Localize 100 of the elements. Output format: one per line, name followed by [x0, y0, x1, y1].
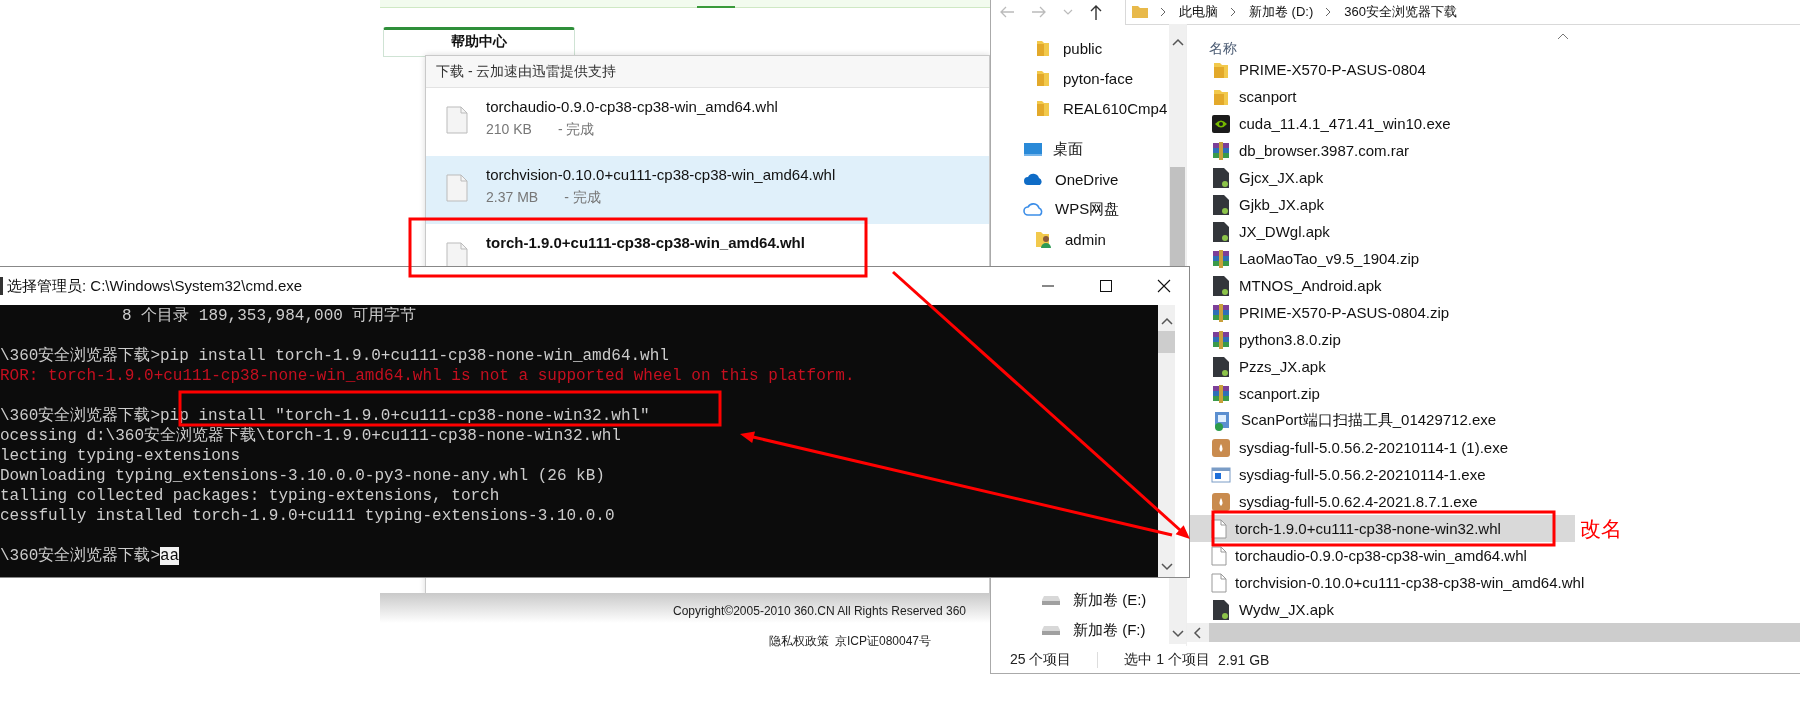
nav-item[interactable]: 桌面: [991, 134, 1169, 164]
archive-icon: [1211, 302, 1231, 323]
nav-item[interactable]: admin: [991, 224, 1169, 254]
scrollbar[interactable]: [1158, 305, 1175, 577]
download-status: - 完成: [564, 189, 601, 207]
file-icon: [1211, 545, 1227, 566]
scrollbar[interactable]: [1169, 578, 1186, 644]
scroll-up-icon[interactable]: [1160, 317, 1173, 325]
file-row[interactable]: Gjcx_JX.apk: [1187, 164, 1575, 191]
nav-item[interactable]: OneDrive: [991, 164, 1169, 194]
drive-icon: [1041, 624, 1061, 636]
footer-link[interactable]: 隐私权政策: [769, 633, 829, 650]
download-item[interactable]: torchvision-0.10.0+cu111-cp38-cp38-win_amd64.whl 2.37 MB - 完成: [426, 156, 989, 224]
file-row[interactable]: torchvision-0.10.0+cu111-cp38-cp38-win_amd64.whl: [1187, 569, 1585, 596]
android-package-icon: [1211, 355, 1231, 378]
nav-item[interactable]: 新加卷 (F:): [991, 615, 1169, 645]
selection-count: 选中 1 个项目: [1124, 650, 1211, 669]
scroll-up-icon[interactable]: [1171, 38, 1184, 46]
scroll-thumb[interactable]: [1158, 331, 1175, 353]
chevron-icon: [1230, 6, 1237, 17]
console-line: \360安全浏览器下载>pip install torch-1.9.0+cu111-cp38-none-win_amd64.whl: [0, 346, 669, 366]
console-line: cessfully installed torch-1.9.0+cu111 typing-extensions-3.10.0.0: [0, 506, 615, 526]
file-row[interactable]: scanport.zip: [1187, 380, 1575, 407]
file-size: 2.37 MB: [486, 189, 539, 207]
console-line: lecting typing-extensions: [0, 446, 241, 466]
nav-item[interactable]: public: [991, 33, 1169, 63]
caret-icon[interactable]: [1063, 8, 1073, 16]
nav-item[interactable]: pyton-face: [991, 63, 1169, 93]
panel-title: 下载 - 云加速由迅雷提供支持: [426, 56, 989, 88]
selection-size: 2.91 GB: [1218, 651, 1270, 668]
download-item[interactable]: torchaudio-0.9.0-cp38-cp38-win_amd64.whl 210 KB - 完成: [426, 88, 989, 156]
eye-logo-icon: [1211, 113, 1231, 134]
file-row[interactable]: ScanPort端口扫描工具_01429712.exe: [1187, 407, 1575, 434]
download-item[interactable]: torch-1.9.0+cu111-cp38-cp38-win_amd64.whl: [426, 224, 989, 266]
file-row[interactable]: sysdiag-full-5.0.62.4-2021.8.7.1.exe: [1187, 488, 1575, 515]
console-line: Downloading typing_extensions-3.10.0.0-py3-none-any.whl (26 kB): [0, 466, 605, 486]
file-row[interactable]: sysdiag-full-5.0.56.2-20210114-1 (1).exe: [1187, 434, 1575, 461]
file-row[interactable]: db_browser.3987.com.rar: [1187, 137, 1575, 164]
cloud-icon: [1023, 201, 1045, 217]
nav-item[interactable]: 新加卷 (E:): [991, 585, 1169, 615]
file-name: torch-1.9.0+cu111-cp38-cp38-win_amd64.whl: [486, 234, 805, 251]
file-row[interactable]: JX_DWgl.apk: [1187, 218, 1575, 245]
file-row[interactable]: LaoMaoTao_v9.5_1904.zip: [1187, 245, 1575, 272]
box-icon: [1211, 490, 1231, 513]
folder-icon: [1211, 87, 1231, 106]
cloud-icon: [1023, 172, 1045, 186]
folder-icon: [1035, 38, 1051, 58]
archive-icon: [1211, 329, 1231, 350]
back-icon[interactable]: [999, 5, 1015, 19]
folder-icon: [1035, 98, 1051, 118]
chevron-icon: [1325, 6, 1333, 17]
column-header[interactable]: 名称: [1209, 40, 1237, 58]
console-line: 8 个目录 189,353,984,000 可用字节: [121, 306, 417, 326]
file-row[interactable]: cuda_11.4.1_471.41_win10.exe: [1187, 110, 1575, 137]
file-row[interactable]: sysdiag-full-5.0.56.2-20210114-1.exe: [1187, 461, 1575, 488]
folder-icon: [1211, 60, 1231, 79]
archive-icon: [1211, 140, 1231, 161]
download-status: - 完成: [557, 121, 595, 139]
nav-item[interactable]: REAL610Cmp4: [991, 93, 1169, 123]
archive-icon: [1211, 248, 1231, 269]
user-folder-icon: [1035, 229, 1053, 249]
android-package-icon: [1211, 193, 1231, 216]
folder-icon: [1035, 68, 1051, 88]
scrollbar[interactable]: [1169, 24, 1186, 266]
box-icon: [1211, 436, 1231, 459]
breadcrumb-item[interactable]: 此电脑: [1179, 2, 1218, 21]
scroll-down-icon[interactable]: [1160, 563, 1173, 571]
window-title: 选择管理员: C:\Windows\System32\cmd.exe: [7, 276, 303, 296]
sort-caret-icon: [1557, 33, 1569, 40]
chevron-icon: [1160, 6, 1167, 17]
scroll-thumb[interactable]: [1170, 167, 1185, 266]
android-package-icon: [1211, 166, 1231, 189]
file-row[interactable]: torch-1.9.0+cu111-cp38-none-win32.whl: [1187, 515, 1575, 542]
breadcrumb-item[interactable]: 360安全浏览器下载: [1344, 2, 1457, 21]
file-row[interactable]: PRIME-X570-P-ASUS-0804: [1187, 56, 1575, 83]
android-package-icon: [1211, 274, 1231, 297]
file-row[interactable]: Gjkb_JX.apk: [1187, 191, 1575, 218]
file-row[interactable]: torchaudio-0.9.0-cp38-cp38-win_amd64.whl: [1187, 542, 1575, 569]
console-line: talling collected packages: typing-extensions, torch: [0, 486, 500, 506]
file-icon: [1211, 572, 1227, 593]
annotation-text: 改名: [1580, 516, 1622, 543]
file-row[interactable]: MTNOS_Android.apk: [1187, 272, 1575, 299]
file-icon: [446, 106, 468, 134]
horizontal-scrollbar[interactable]: [1187, 623, 1800, 642]
scroll-down-icon[interactable]: [1171, 630, 1184, 638]
folder-icon: [1132, 5, 1148, 18]
file-row[interactable]: Wydw_JX.apk: [1187, 596, 1575, 623]
address-bar[interactable]: 此电脑 新加卷 (D:) 360安全浏览器下载: [1125, 0, 1800, 25]
file-row[interactable]: scanport: [1187, 83, 1575, 110]
up-arrow-icon[interactable]: [1089, 4, 1103, 20]
file-row[interactable]: PRIME-X570-P-ASUS-0804.zip: [1187, 299, 1575, 326]
file-size: 210 KB: [486, 121, 532, 139]
forward-icon[interactable]: [1031, 5, 1047, 19]
nav-item[interactable]: WPS网盘: [991, 194, 1169, 224]
file-row[interactable]: python3.8.0.zip: [1187, 326, 1575, 353]
breadcrumb-item[interactable]: 新加卷 (D:): [1249, 2, 1314, 21]
file-row[interactable]: Pzzs_JX.apk: [1187, 353, 1575, 380]
archive-icon: [1211, 383, 1231, 404]
scroll-left-icon[interactable]: [1193, 626, 1201, 639]
footer-link[interactable]: 京ICP证080047号: [835, 633, 932, 650]
